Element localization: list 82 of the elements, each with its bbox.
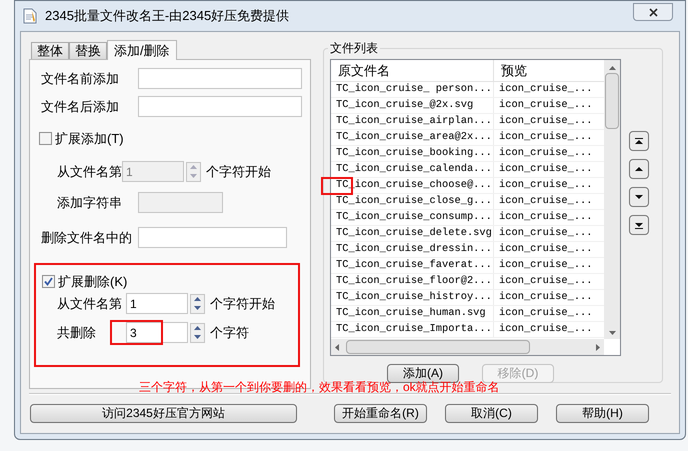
window-title: 2345批量文件改名王-由2345好压免费提供	[45, 7, 290, 26]
move-top-button[interactable]	[629, 131, 649, 151]
number-field[interactable]: 3	[126, 322, 188, 344]
annotation-text: 三个字符，从第一个到你要删的，效果看看预览，ok就点开始重命名	[139, 380, 500, 394]
checkbox[interactable]	[39, 132, 52, 146]
button[interactable]: 开始重命名(R)	[334, 404, 427, 423]
file-name-cell: TC_icon_cruise_Importa...	[331, 322, 494, 337]
spin-buttons[interactable]	[190, 294, 205, 314]
horizontal-scrollbar[interactable]	[331, 339, 604, 355]
preview-cell-text: icon_cruise_...	[498, 146, 593, 161]
move-top-icon	[635, 138, 643, 144]
file-name-cell: TC_icon_cruise_area@2x...	[331, 130, 494, 145]
checkbox-label: 扩展添加(T)	[55, 130, 124, 148]
field-label: 添加字符串	[56, 194, 123, 212]
scroll-thumb[interactable]	[346, 340, 530, 354]
up-arrow-icon	[635, 167, 643, 171]
file-name-cell: TC_icon_cruise_human.svg	[331, 306, 494, 321]
file-name-cell: TC_icon_cruise_calenda...	[331, 162, 494, 177]
file-name-cell: TC_icon_cruise_histroy...	[331, 290, 494, 305]
preview-cell-text: icon_cruise_...	[498, 210, 593, 225]
column-header[interactable]: 原文件名	[331, 60, 494, 82]
file-name-cell: TC_icon_cruise_booking...	[331, 146, 494, 161]
field-label: 个字符	[210, 324, 249, 342]
tab[interactable]: 整体	[31, 42, 69, 59]
field-label: 文件名后添加	[41, 98, 120, 116]
down-arrow-icon	[635, 195, 643, 199]
preview-cell-text: icon_cruise_...	[498, 178, 593, 193]
file-name-cell: TC_icon_cruise_ person...	[331, 82, 494, 97]
scroll-thumb[interactable]	[605, 73, 619, 129]
document-icon	[23, 8, 37, 24]
field-label: 文件名前添加	[41, 70, 120, 88]
spin-buttons[interactable]	[190, 322, 205, 343]
tab[interactable]: 添加/删除	[107, 40, 177, 60]
close-button[interactable]	[633, 3, 673, 21]
field-label: 从文件名第	[56, 163, 122, 182]
preview-cell-text: icon_cruise_...	[498, 258, 593, 273]
vertical-scrollbar[interactable]	[604, 60, 620, 339]
text-field[interactable]	[138, 96, 302, 118]
preview-cell-text: icon_cruise_...	[498, 242, 593, 257]
preview-cell-text: icon_cruise_...	[498, 194, 593, 209]
file-name-cell: TC_icon_cruise_delete.svg	[331, 226, 494, 241]
file-name-cell: TC_icon_cruise_@2x.svg	[331, 98, 494, 113]
close-icon	[648, 8, 658, 16]
preview-cell-text: icon_cruise_...	[498, 226, 593, 241]
move-down-button[interactable]	[629, 187, 649, 207]
tab[interactable]: 替换	[69, 42, 107, 59]
button[interactable]: 取消(C)	[445, 404, 538, 423]
down-arrow-icon	[608, 331, 616, 335]
preview-cell-text: icon_cruise_...	[498, 162, 593, 177]
field-label: 删除文件名中的	[41, 229, 133, 248]
field-label: 共删除	[56, 324, 97, 342]
file-name-cell: TC_icon_cruise_floor@2...	[331, 274, 494, 289]
left-arrow-icon	[335, 344, 339, 350]
move-up-button[interactable]	[629, 159, 649, 179]
right-arrow-icon	[596, 344, 600, 350]
move-bottom-icon	[635, 222, 643, 228]
button[interactable]: 帮助(H)	[556, 404, 649, 423]
field-label: 个字符开始	[206, 163, 271, 182]
preview-cell-text: icon_cruise_...	[498, 130, 593, 145]
up-arrow-icon	[608, 66, 616, 70]
preview-cell-text: icon_cruise_...	[498, 322, 593, 337]
preview-cell-text: icon_cruise_...	[498, 306, 593, 321]
file-name-cell: TC_icon_cruise_faverat...	[331, 258, 494, 273]
checkbox-label: 扩展删除(K)	[58, 273, 128, 292]
file-name-cell: TC_icon_cruise_close_g...	[331, 194, 494, 209]
file-name-cell: TC_icon_cruise_consump...	[331, 210, 494, 225]
group-title: 文件列表	[328, 40, 380, 56]
preview-cell-text: icon_cruise_...	[498, 98, 593, 113]
number-field[interactable]: 1	[126, 293, 188, 314]
field-label: 从文件名第	[56, 295, 123, 314]
file-name-cell: TC_icon_cruise_airplan...	[331, 114, 494, 129]
text-field[interactable]	[138, 227, 287, 248]
preview-cell-text: icon_cruise_...	[498, 82, 593, 97]
preview-cell-text: icon_cruise_...	[498, 290, 593, 305]
text-field[interactable]	[138, 68, 302, 90]
preview-cell-text: icon_cruise_...	[498, 274, 593, 289]
preview-cell-text: icon_cruise_...	[498, 114, 593, 129]
button[interactable]: 访问2345好压官方网站	[30, 404, 297, 423]
move-bottom-button[interactable]	[629, 215, 649, 235]
file-name-cell: TC_icon_cruise_dressin...	[331, 242, 494, 257]
field-label: 个字符开始	[210, 295, 275, 314]
checkbox[interactable]	[42, 275, 55, 288]
